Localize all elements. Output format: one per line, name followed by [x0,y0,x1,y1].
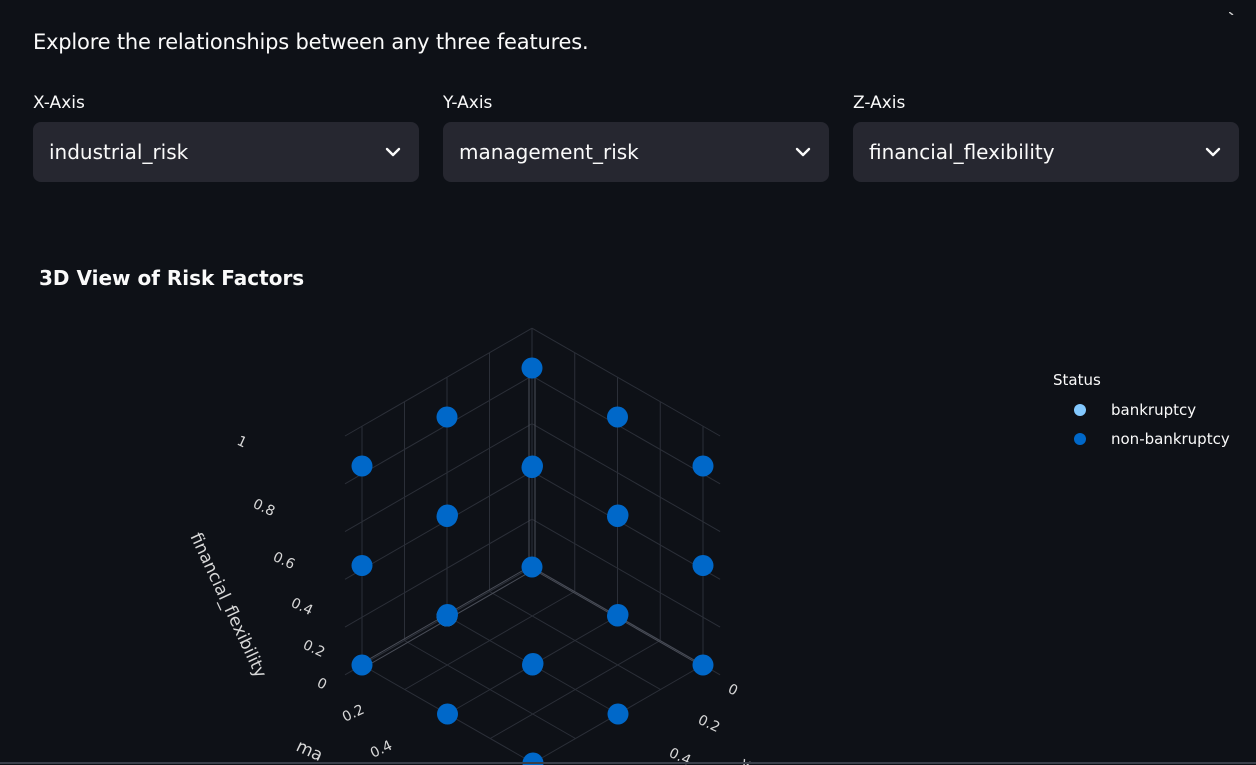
data-point[interactable] [692,555,714,576]
data-point[interactable] [607,703,629,725]
data-point[interactable] [436,506,458,527]
data-point[interactable] [521,556,543,578]
data-point[interactable] [607,506,628,527]
plot-grid [344,327,721,764]
y-tick-label: 0.4 [368,738,395,762]
page: Explore the relationships between any th… [0,0,1256,765]
data-point[interactable] [692,654,714,676]
z-axis-title: financial_flexibility [185,530,270,681]
grid-line [344,375,533,485]
plot-tick-labels: 10.80.60.40.200.20.400.20.4financial_fle… [185,433,754,765]
legend-item-bankruptcy[interactable]: bankruptcy [1053,395,1230,424]
grid-line [344,471,533,580]
data-point[interactable] [436,406,458,428]
y-tick-label: 0.2 [340,702,367,726]
z-tick-label: 0.4 [288,595,315,619]
data-point[interactable] [521,357,543,379]
data-point[interactable] [607,406,628,428]
data-point[interactable] [437,703,458,725]
data-point[interactable] [351,654,373,676]
grid-line [531,471,721,580]
data-point[interactable] [607,605,628,627]
bottom-divider [0,762,1256,764]
legend: Status bankruptcy non-bankruptcy [1053,371,1230,453]
legend-marker-non-bankruptcy [1074,432,1086,445]
z-tick-label: 0.6 [270,549,297,573]
data-point[interactable] [436,605,458,627]
data-point[interactable] [351,455,373,477]
legend-marker-bankruptcy [1074,403,1086,416]
z-tick-label: 1 [234,433,249,451]
data-point[interactable] [522,654,543,676]
legend-item-non-bankruptcy[interactable]: non-bankruptcy [1053,424,1230,453]
legend-label-bankruptcy: bankruptcy [1111,400,1197,419]
legend-title: Status [1053,371,1101,389]
x-tick-label: 0.2 [695,712,722,736]
legend-label-non-bankruptcy: non-bankruptcy [1111,429,1230,448]
data-point[interactable] [521,457,543,478]
data-point[interactable] [351,555,373,576]
z-tick-label: 0 [314,675,329,693]
grid-line [531,375,721,485]
x-tick-label: 0 [725,681,740,699]
data-point[interactable] [692,455,714,477]
z-tick-label: 0.8 [250,496,277,520]
y-axis-title: ma [293,736,326,765]
z-tick-label: 0.2 [300,637,327,661]
